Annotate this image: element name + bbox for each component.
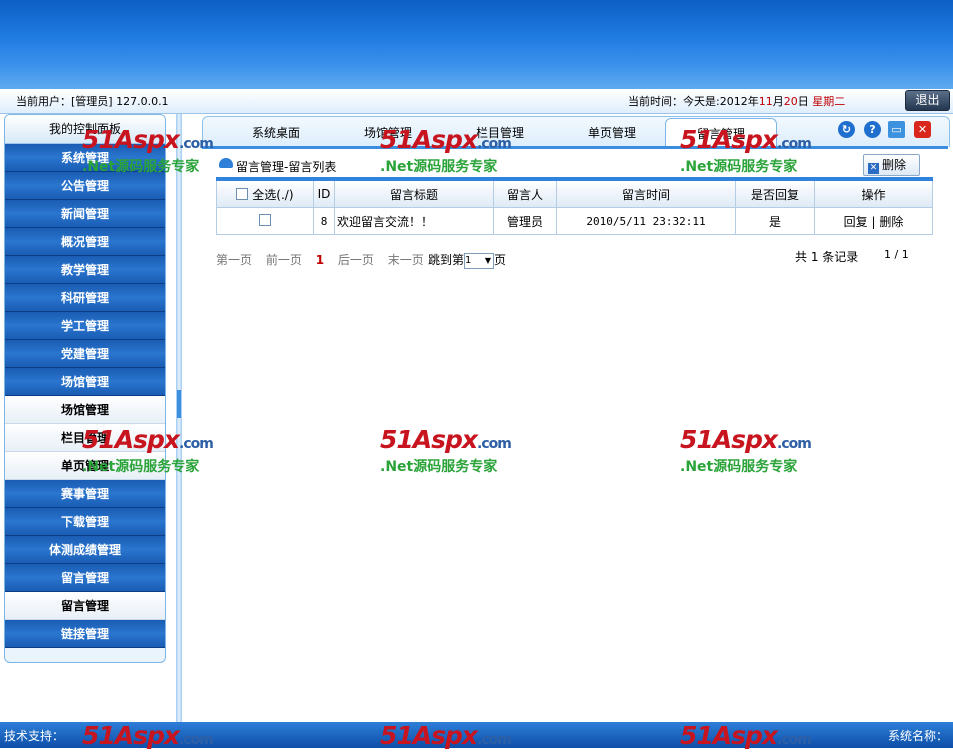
row-id: 8 [313, 207, 335, 235]
sidebar-item-1[interactable]: 公告管理 [5, 172, 165, 200]
record-total: 共 1 条记录 [795, 250, 859, 264]
sidebar-item-10[interactable]: 栏目管理 [5, 424, 165, 452]
page-count: 1 / 1 [884, 248, 909, 261]
delete-icon: ✕ [868, 163, 879, 174]
first-page-link[interactable]: 第一页 [216, 253, 252, 267]
sidebar-item-16[interactable]: 留言管理 [5, 592, 165, 620]
sidebar-item-7[interactable]: 党建管理 [5, 340, 165, 368]
logout-button[interactable]: 退出 [905, 90, 950, 111]
tab-single-page[interactable]: 单页管理 [566, 118, 658, 146]
reply-link[interactable]: 回复 [844, 215, 868, 229]
tab-desktop[interactable]: 系统桌面 [230, 118, 322, 146]
current-user: 当前用户：[管理员] 127.0.0.1 [16, 95, 169, 108]
current-page: 1 [315, 253, 325, 267]
delete-button[interactable]: ✕ 删除 [863, 154, 920, 176]
jump-suffix: 页 [494, 253, 507, 267]
tab-message[interactable]: 留言管理 [665, 118, 777, 147]
col-actions: 操作 [814, 178, 933, 208]
col-author: 留言人 [493, 178, 557, 208]
help-icon[interactable]: ? [864, 121, 881, 138]
current-time: 当前时间：今天是:2012年11月20日 星期二 [628, 95, 846, 108]
sidebar-item-15[interactable]: 留言管理 [5, 564, 165, 592]
next-page-link[interactable]: 后一页 [338, 253, 374, 267]
sidebar-title: 我的控制面板 [5, 115, 165, 144]
sidebar-item-5[interactable]: 科研管理 [5, 284, 165, 312]
sidebar-item-17[interactable]: 链接管理 [5, 620, 165, 648]
close-icon[interactable]: ✕ [914, 121, 931, 138]
col-title: 留言标题 [334, 178, 494, 208]
sidebar-item-9[interactable]: 场馆管理 [5, 396, 165, 424]
sidebar-item-11[interactable]: 单页管理 [5, 452, 165, 480]
row-author: 管理员 [493, 207, 557, 235]
footer: 技术支持： 系统名称： [0, 722, 953, 748]
breadcrumb: 留言管理-留言列表 [236, 160, 337, 174]
splitter[interactable] [176, 114, 182, 722]
page-select[interactable]: 1 ▼ [464, 252, 495, 269]
tab-underline [202, 146, 948, 149]
chevron-down-icon: ▼ [484, 255, 492, 265]
sidebar: 我的控制面板 系统管理 公告管理 新闻管理 概况管理 教学管理 科研管理 学工管理 党建管理场… [4, 114, 166, 663]
select-all-checkbox[interactable] [236, 187, 249, 200]
window-icon[interactable]: ▭ [888, 121, 905, 138]
system-name-label: 系统名称： [888, 729, 949, 743]
watermark-logo: 51Aspx.com .Net源码服务专家 [380, 425, 512, 476]
sidebar-item-0[interactable]: 系统管理 [5, 144, 165, 172]
user-info-bar: 当前用户：[管理员] 127.0.0.1 当前时间：今天是:2012年11月20… [0, 89, 953, 114]
sidebar-item-2[interactable]: 新闻管理 [5, 200, 165, 228]
sidebar-item-13[interactable]: 下载管理 [5, 508, 165, 536]
top-banner [0, 0, 953, 89]
pager: 第一页 前一页 1 后一页 末一页 [216, 251, 434, 268]
page-jump: 跳到第1 ▼ 页 [428, 251, 506, 269]
row-delete-link[interactable]: 删除 [879, 215, 903, 229]
sidebar-item-3[interactable]: 概况管理 [5, 228, 165, 256]
prev-page-link[interactable]: 前一页 [266, 253, 302, 267]
row-title: 欢迎留言交流！！ [334, 207, 494, 235]
sidebar-menu: 系统管理 公告管理 新闻管理 概况管理 教学管理 科研管理 学工管理 党建管理 场馆管理 场馆管理… [5, 144, 165, 648]
sidebar-item-8[interactable]: 场馆管理 [5, 368, 165, 396]
action-separator: | [871, 214, 876, 229]
message-table: 全选(./) ID 留言标题 留言人 留言时间 是否回复 操作 8 欢迎留言交流… [216, 177, 933, 235]
col-replied: 是否回复 [735, 178, 815, 208]
table-header-row: 全选(./) ID 留言标题 留言人 留言时间 是否回复 操作 [216, 178, 933, 208]
jump-prefix: 跳到第 [428, 253, 465, 267]
row-time: 2010/5/11 23:32:11 [556, 207, 736, 235]
breadcrumb-icon [219, 158, 233, 168]
table-row: 8 欢迎留言交流！！ 管理员 2010/5/11 23:32:11 是 回复 |… [216, 207, 933, 235]
sidebar-item-6[interactable]: 学工管理 [5, 312, 165, 340]
row-replied: 是 [735, 207, 815, 235]
collapse-arrow-icon[interactable] [177, 390, 181, 418]
tab-venue[interactable]: 场馆管理 [342, 118, 434, 146]
col-id: ID [313, 178, 335, 208]
sidebar-item-14[interactable]: 体测成绩管理 [5, 536, 165, 564]
row-select-cell [216, 207, 314, 235]
sidebar-item-4[interactable]: 教学管理 [5, 256, 165, 284]
refresh-icon[interactable]: ↻ [838, 121, 855, 138]
tab-column[interactable]: 栏目管理 [454, 118, 546, 146]
col-time: 留言时间 [556, 178, 736, 208]
watermark-logo: 51Aspx.com .Net源码服务专家 [680, 425, 812, 476]
tech-support-label: 技术支持： [4, 729, 65, 743]
row-actions: 回复 | 删除 [814, 207, 933, 235]
select-all-header[interactable]: 全选(./) [216, 178, 314, 208]
last-page-link[interactable]: 末一页 [388, 253, 424, 267]
sidebar-item-12[interactable]: 赛事管理 [5, 480, 165, 508]
row-checkbox[interactable] [259, 214, 271, 226]
